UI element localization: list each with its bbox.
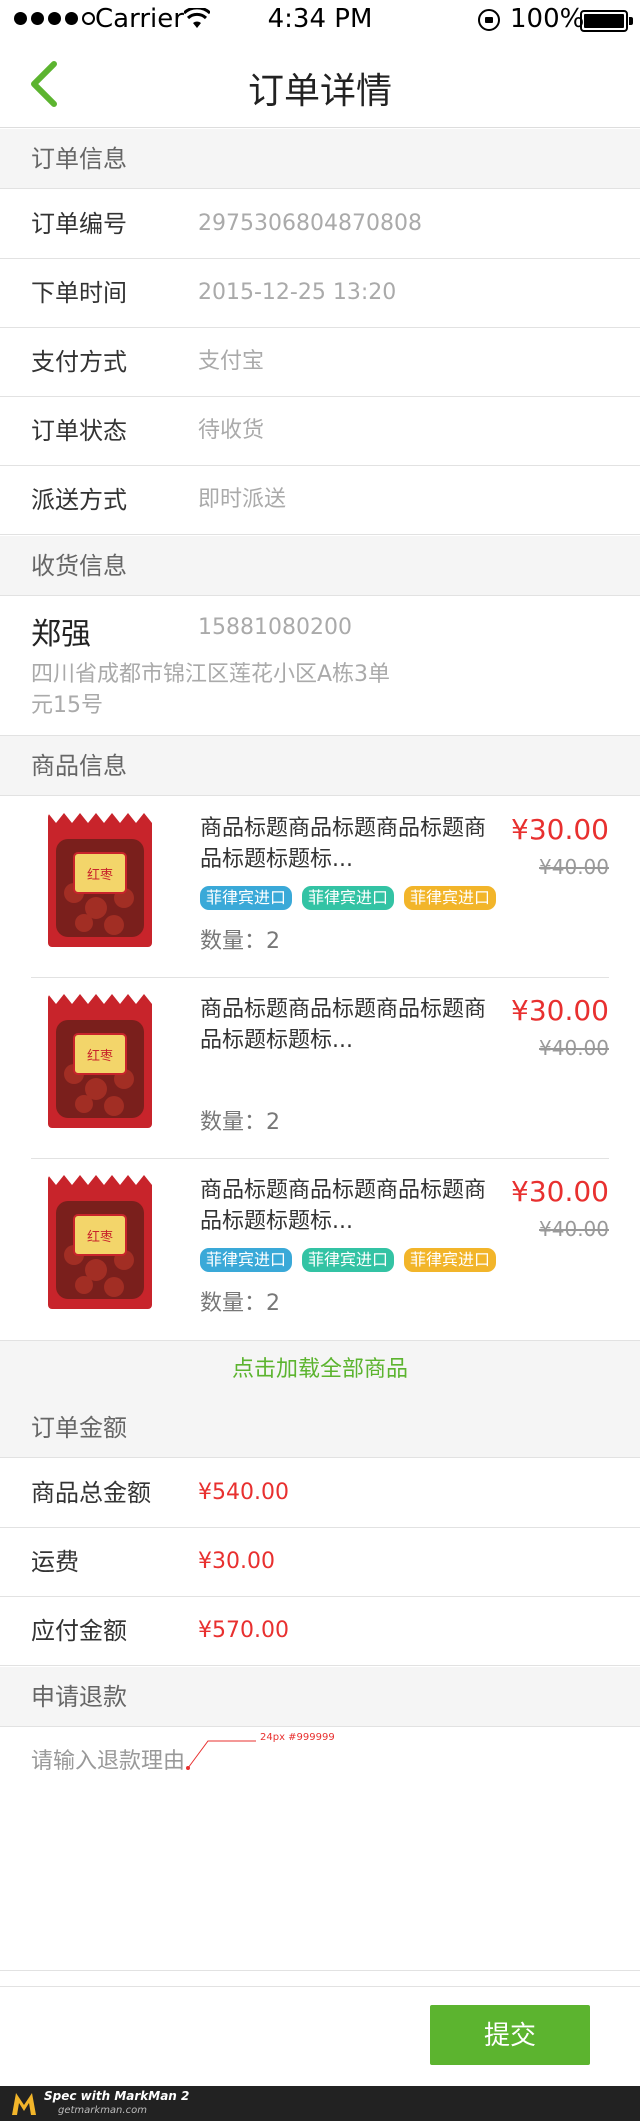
submit-button[interactable]: 提交 [430,2005,590,2065]
product-image: 红枣 [48,813,152,947]
product-original-price: ¥40.00 [539,1036,609,1060]
section-header-order-info: 订单信息 [0,129,640,189]
product-tags: 菲律宾进口 菲律宾进口 菲律宾进口 [200,886,497,910]
footer-url: getmarkman.com [58,2105,147,2116]
subtotal-row: 商品总金额 ¥540.00 [0,1459,640,1528]
delivery-method-row: 派送方式 即时派送 [0,466,640,535]
total-due-row: 应付金额 ¥570.00 [0,1597,640,1666]
spec-annotation-pointer [186,1740,256,1770]
markman-footer: Spec with MarkMan 2 getmarkman.com [0,2086,640,2121]
product-quantity: 数量：2 [200,929,280,954]
order-status-row: 订单状态 待收货 [0,397,640,466]
order-number-value: 2975306804870808 [198,211,422,236]
product-item[interactable]: 红枣 商品标题商品标题商品标题商品标题标题标... ¥30.00 ¥40.00 … [0,1159,640,1340]
product-item[interactable]: 红枣 商品标题商品标题商品标题商品标题标题标... ¥30.00 ¥40.00 … [0,797,640,978]
refund-reason-area [0,1731,640,1971]
section-header-refund: 申请退款 [0,1667,640,1727]
origin-tag: 菲律宾进口 [302,886,395,910]
product-image: 红枣 [48,994,152,1128]
shipping-row: 运费 ¥30.00 [0,1528,640,1597]
page-title: 订单详情 [247,71,392,112]
origin-tag: 菲律宾进口 [200,886,293,910]
row-label: 应付金额 [31,1617,127,1645]
payment-method-value: 支付宝 [198,349,265,374]
row-label: 派送方式 [31,486,127,514]
product-original-price: ¥40.00 [539,855,609,879]
consignee-address: 四川省成都市锦江区莲花小区A栋3单元15号 [31,662,391,718]
row-label: 订单编号 [31,210,127,238]
shipping-value: ¥30.00 [198,1549,275,1574]
product-original-price: ¥40.00 [539,1217,609,1241]
order-time-value: 2015-12-25 13:20 [198,280,397,305]
footer-brand: Spec with MarkMan 2 [44,2089,190,2103]
refund-reason-input[interactable] [31,1743,611,1943]
row-label: 订单状态 [31,417,127,445]
status-bar: Carrier 4:34 PM 100% [0,0,640,40]
row-label: 支付方式 [31,348,127,376]
order-number-row: 订单编号 2975306804870808 [0,190,640,259]
markman-logo-icon [12,2093,36,2115]
product-tags: 菲律宾进口 菲律宾进口 菲律宾进口 [200,1248,497,1272]
origin-tag: 菲律宾进口 [404,886,497,910]
product-title: 商品标题商品标题商品标题商品标题标题标... [200,1178,487,1234]
battery-tip [629,17,633,25]
origin-tag: 菲律宾进口 [302,1248,395,1272]
row-label: 运费 [31,1548,79,1576]
product-title: 商品标题商品标题商品标题商品标题标题标... [200,997,487,1053]
battery-icon [580,10,628,32]
section-header-amount: 订单金额 [0,1398,640,1458]
product-title: 商品标题商品标题商品标题商品标题标题标... [200,816,487,872]
consignee-name: 郑强 [31,617,91,652]
consignee-phone: 15881080200 [198,615,352,640]
row-label: 下单时间 [31,279,127,307]
order-time-row: 下单时间 2015-12-25 13:20 [0,259,640,328]
product-price: ¥30.00 [511,813,609,846]
battery-percent: 100% [510,4,585,34]
product-image-label: 红枣 [87,867,113,883]
row-label: 商品总金额 [31,1479,151,1507]
product-price: ¥30.00 [511,1175,609,1208]
consignee-card: 郑强 15881080200 四川省成都市锦江区莲花小区A栋3单元15号 [0,597,640,736]
load-all-products-link[interactable]: 点击加载全部商品 [0,1340,640,1398]
product-price: ¥30.00 [511,994,609,1027]
bottom-action-bar: 提交 [0,1986,640,2086]
product-image-label: 红枣 [87,1048,113,1064]
payment-method-row: 支付方式 支付宝 [0,328,640,397]
order-detail-page: Carrier 4:34 PM 100% 订单详情 订单信息 订单编号 2975… [0,0,640,2121]
rotation-lock-icon [478,9,500,31]
origin-tag: 菲律宾进口 [200,1248,293,1272]
product-image-label: 红枣 [87,1229,113,1245]
section-header-products: 商品信息 [0,736,640,796]
product-quantity: 数量：2 [200,1110,280,1135]
product-image: 红枣 [48,1175,152,1309]
order-status-value: 待收货 [198,418,265,443]
product-item[interactable]: 红枣 商品标题商品标题商品标题商品标题标题标... ¥30.00 ¥40.00 … [0,978,640,1159]
product-quantity: 数量：2 [200,1291,280,1316]
origin-tag: 菲律宾进口 [404,1248,497,1272]
spec-annotation: 24px #999999 [260,1732,335,1743]
delivery-method-value: 即时派送 [198,487,287,512]
nav-bar: 订单详情 [0,40,640,128]
section-header-consignee: 收货信息 [0,536,640,596]
subtotal-value: ¥540.00 [198,1480,289,1505]
total-due-value: ¥570.00 [198,1618,289,1643]
